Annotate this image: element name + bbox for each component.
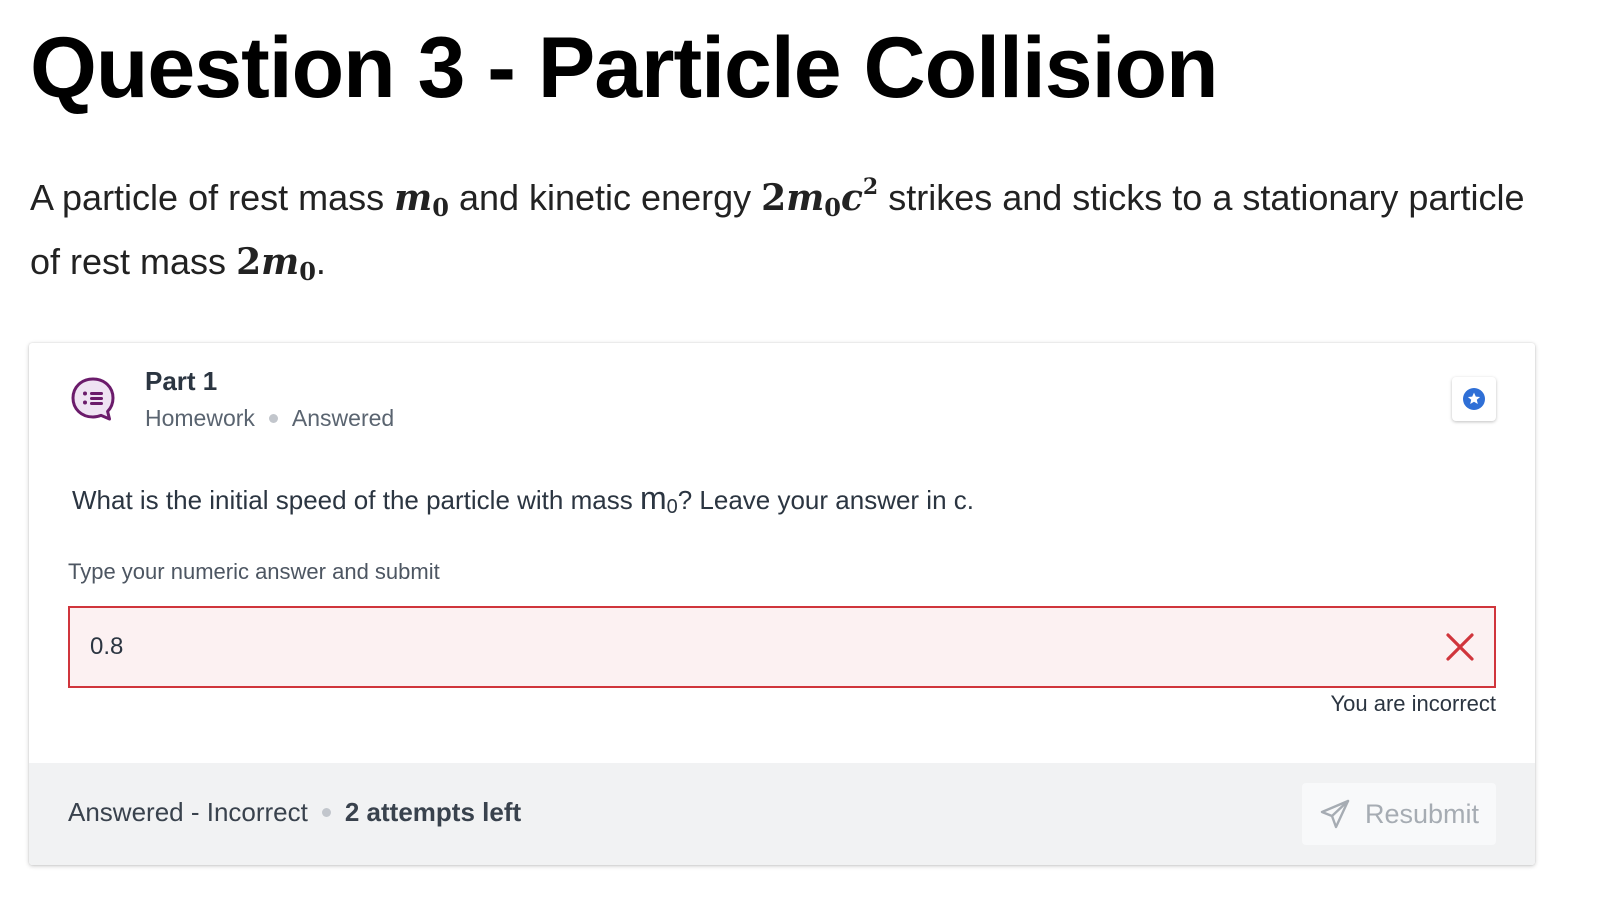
question-chat-icon	[71, 377, 115, 421]
status-text: Answered - Incorrect	[68, 797, 308, 827]
close-x-icon	[1446, 633, 1474, 661]
part-title: Part 1	[145, 366, 218, 396]
part-state: Answered	[291, 405, 395, 431]
resubmit-button[interactable]: Resubmit	[1302, 783, 1496, 845]
intro-text-2: and kinetic energy	[448, 177, 762, 218]
question-page: Question 3 - Particle Collision A partic…	[0, 0, 1606, 902]
attempts-left: 2 attempts left	[344, 797, 522, 827]
card-footer: Answered - Incorrect 2 attempts left Res…	[29, 763, 1535, 865]
question-part-card: Part 1 Homework Answered What is the ini…	[29, 343, 1535, 865]
page-title: Question 3 - Particle Collision	[30, 20, 1219, 116]
submission-status: Answered - Incorrect 2 attempts left	[68, 795, 521, 829]
question-variable: m0	[639, 480, 678, 518]
part-type: Homework	[145, 405, 255, 431]
star-badge-button[interactable]	[1452, 377, 1496, 421]
answer-feedback: You are incorrect	[1330, 691, 1496, 716]
intro-text-4: .	[315, 241, 326, 282]
numeric-answer-input[interactable]	[70, 608, 1444, 686]
math-second-mass: 2m0	[236, 241, 316, 286]
math-rest-mass: m0	[394, 177, 449, 222]
math-kinetic-energy: 2m0c2	[761, 174, 879, 222]
question-text: What is the initial speed of the particl…	[72, 480, 974, 518]
separator-dot	[268, 413, 278, 423]
intro-text-1: A particle of rest mass	[30, 177, 395, 218]
answer-field-label: Type your numeric answer and submit	[68, 559, 440, 584]
answer-field	[68, 606, 1496, 688]
resubmit-label: Resubmit	[1364, 798, 1480, 829]
separator-dot	[321, 807, 331, 817]
paper-plane-icon	[1320, 799, 1350, 829]
problem-statement: A particle of rest mass m0 and kinetic e…	[30, 166, 1540, 294]
star-badge-icon	[1463, 388, 1485, 410]
part-meta: Homework Answered	[145, 403, 394, 433]
